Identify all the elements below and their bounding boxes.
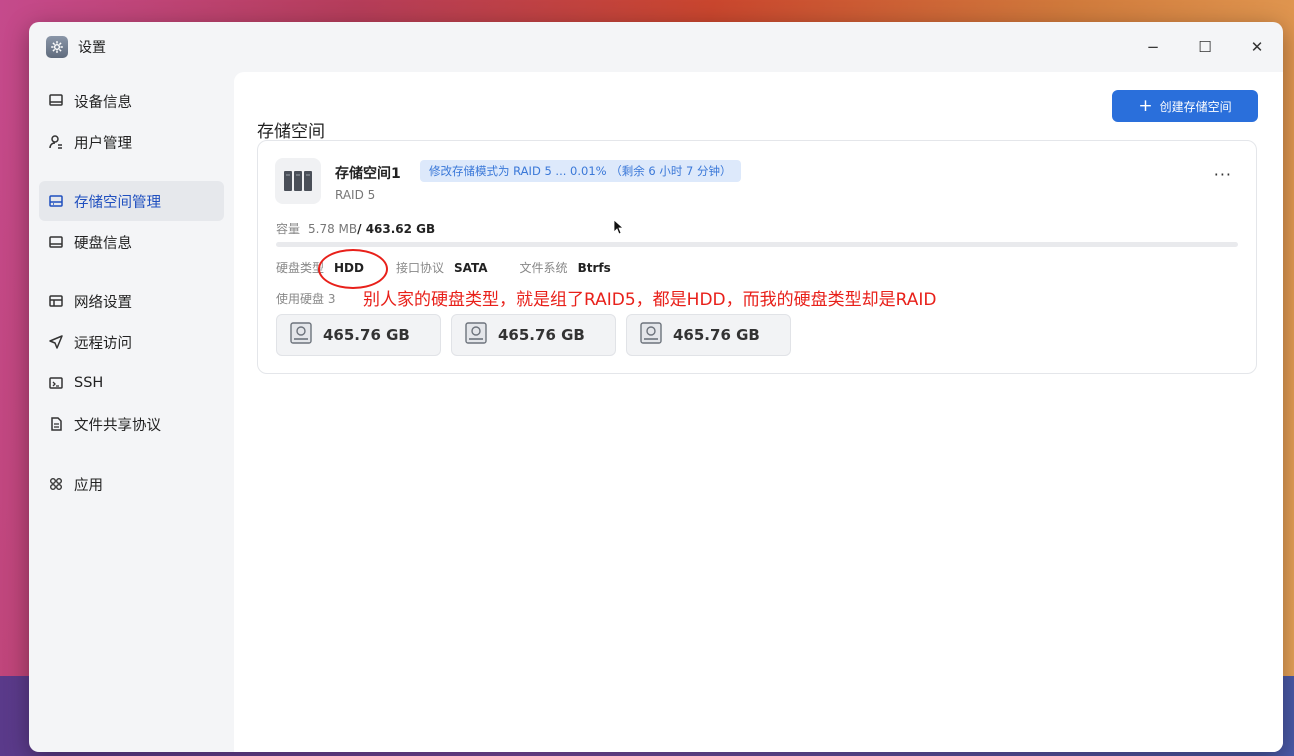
capacity-bar [276,242,1238,247]
disk-size: 465.76 GB [323,326,410,344]
sidebar-item-label: 远程访问 [74,335,132,352]
monitor-icon [47,92,65,110]
sidebar-item-remote[interactable]: 远程访问 [39,322,224,362]
sidebar-item-label: SSH [74,375,104,391]
disk-size: 465.76 GB [673,326,760,344]
disk-size: 465.76 GB [498,326,585,344]
volume-raid-level: RAID 5 [335,188,376,202]
sidebar-item-device-info[interactable]: 设备信息 [39,81,224,121]
more-options-button[interactable]: ··· [1214,165,1232,184]
sidebar-item-label: 硬盘信息 [74,235,132,252]
send-icon [47,333,65,351]
interface-value: SATA [454,260,488,275]
page-title: 存储空间 [257,122,325,142]
maximize-button[interactable]: ☐ [1179,22,1231,72]
sidebar-item-network[interactable]: 网络设置 [39,281,224,321]
capacity-used: 5.78 MB [308,221,358,236]
sidebar-item-ssh[interactable]: SSH [39,363,224,403]
capacity-row: 容量 5.78 MB / 463.62 GB [276,220,435,237]
disk-type-label: 硬盘类型 [276,261,325,275]
sidebar-item-users[interactable]: 用户管理 [39,122,224,162]
annotation-text: 别人家的硬盘类型，就是组了RAID5，都是HDD，而我的硬盘类型却是RAID [363,290,937,310]
volume-name: 存储空间1 [335,166,401,182]
settings-app-icon [46,36,68,58]
interface-label: 接口协议 [395,261,444,275]
document-icon [47,415,65,433]
main-panel: 存储空间 + 创建存储空间 存储空间1 修改存储模式为 RAID 5 ... 0… [234,72,1283,752]
capacity-label: 容量 [276,222,301,236]
sidebar-item-label: 存储空间管理 [74,194,161,211]
disk-chip[interactable]: 465.76 GB [626,314,791,356]
user-icon [47,133,65,151]
apps-icon [47,475,65,493]
hard-drive-icon [464,322,488,348]
volume-status-badge: 修改存储模式为 RAID 5 ... 0.01% （剩余 6 小时 7 分钟） [420,160,741,182]
sidebar-item-label: 设备信息 [74,94,132,111]
capacity-total: / 463.62 GB [357,221,436,236]
storage-icon [47,192,65,210]
minimize-button[interactable]: − [1127,22,1179,72]
filesystem-value: Btrfs [577,260,611,275]
settings-window: 设置 − ☐ ✕ 设备信息 用户管理 存储空间管理 硬盘信息 网络设置 远程访问… [29,22,1283,752]
terminal-icon [47,374,65,392]
network-icon [47,292,65,310]
sidebar-item-storage[interactable]: 存储空间管理 [39,181,224,221]
disk-icon [47,233,65,251]
sidebar-item-file-sharing[interactable]: 文件共享协议 [39,404,224,444]
sidebar-item-label: 文件共享协议 [74,417,161,434]
create-storage-button[interactable]: + 创建存储空间 [1112,90,1258,122]
title-bar: 设置 − ☐ ✕ [29,22,1283,72]
sidebar-item-disk-info[interactable]: 硬盘信息 [39,222,224,262]
disks-used-label: 使用硬盘 3 [276,292,336,306]
sidebar-item-label: 用户管理 [74,135,132,152]
sidebar: 设备信息 用户管理 存储空间管理 硬盘信息 网络设置 远程访问 SSH 文件共享… [29,72,234,752]
storage-pool-icon [275,158,321,204]
create-storage-label: 创建存储空间 [1159,99,1232,114]
disk-chip[interactable]: 465.76 GB [276,314,441,356]
disk-chip[interactable]: 465.76 GB [451,314,616,356]
filesystem-label: 文件系统 [519,261,568,275]
storage-volume-card[interactable]: 存储空间1 修改存储模式为 RAID 5 ... 0.01% （剩余 6 小时 … [257,140,1257,374]
close-button[interactable]: ✕ [1231,22,1283,72]
plus-icon: + [1138,95,1153,116]
hard-drive-icon [639,322,663,348]
sidebar-item-label: 应用 [74,477,103,494]
annotation-circle [318,249,388,289]
hard-drive-icon [289,322,313,348]
sidebar-item-label: 网络设置 [74,294,132,311]
window-title: 设置 [78,40,106,56]
mouse-cursor-icon [613,219,625,239]
sidebar-item-apps[interactable]: 应用 [39,464,224,504]
